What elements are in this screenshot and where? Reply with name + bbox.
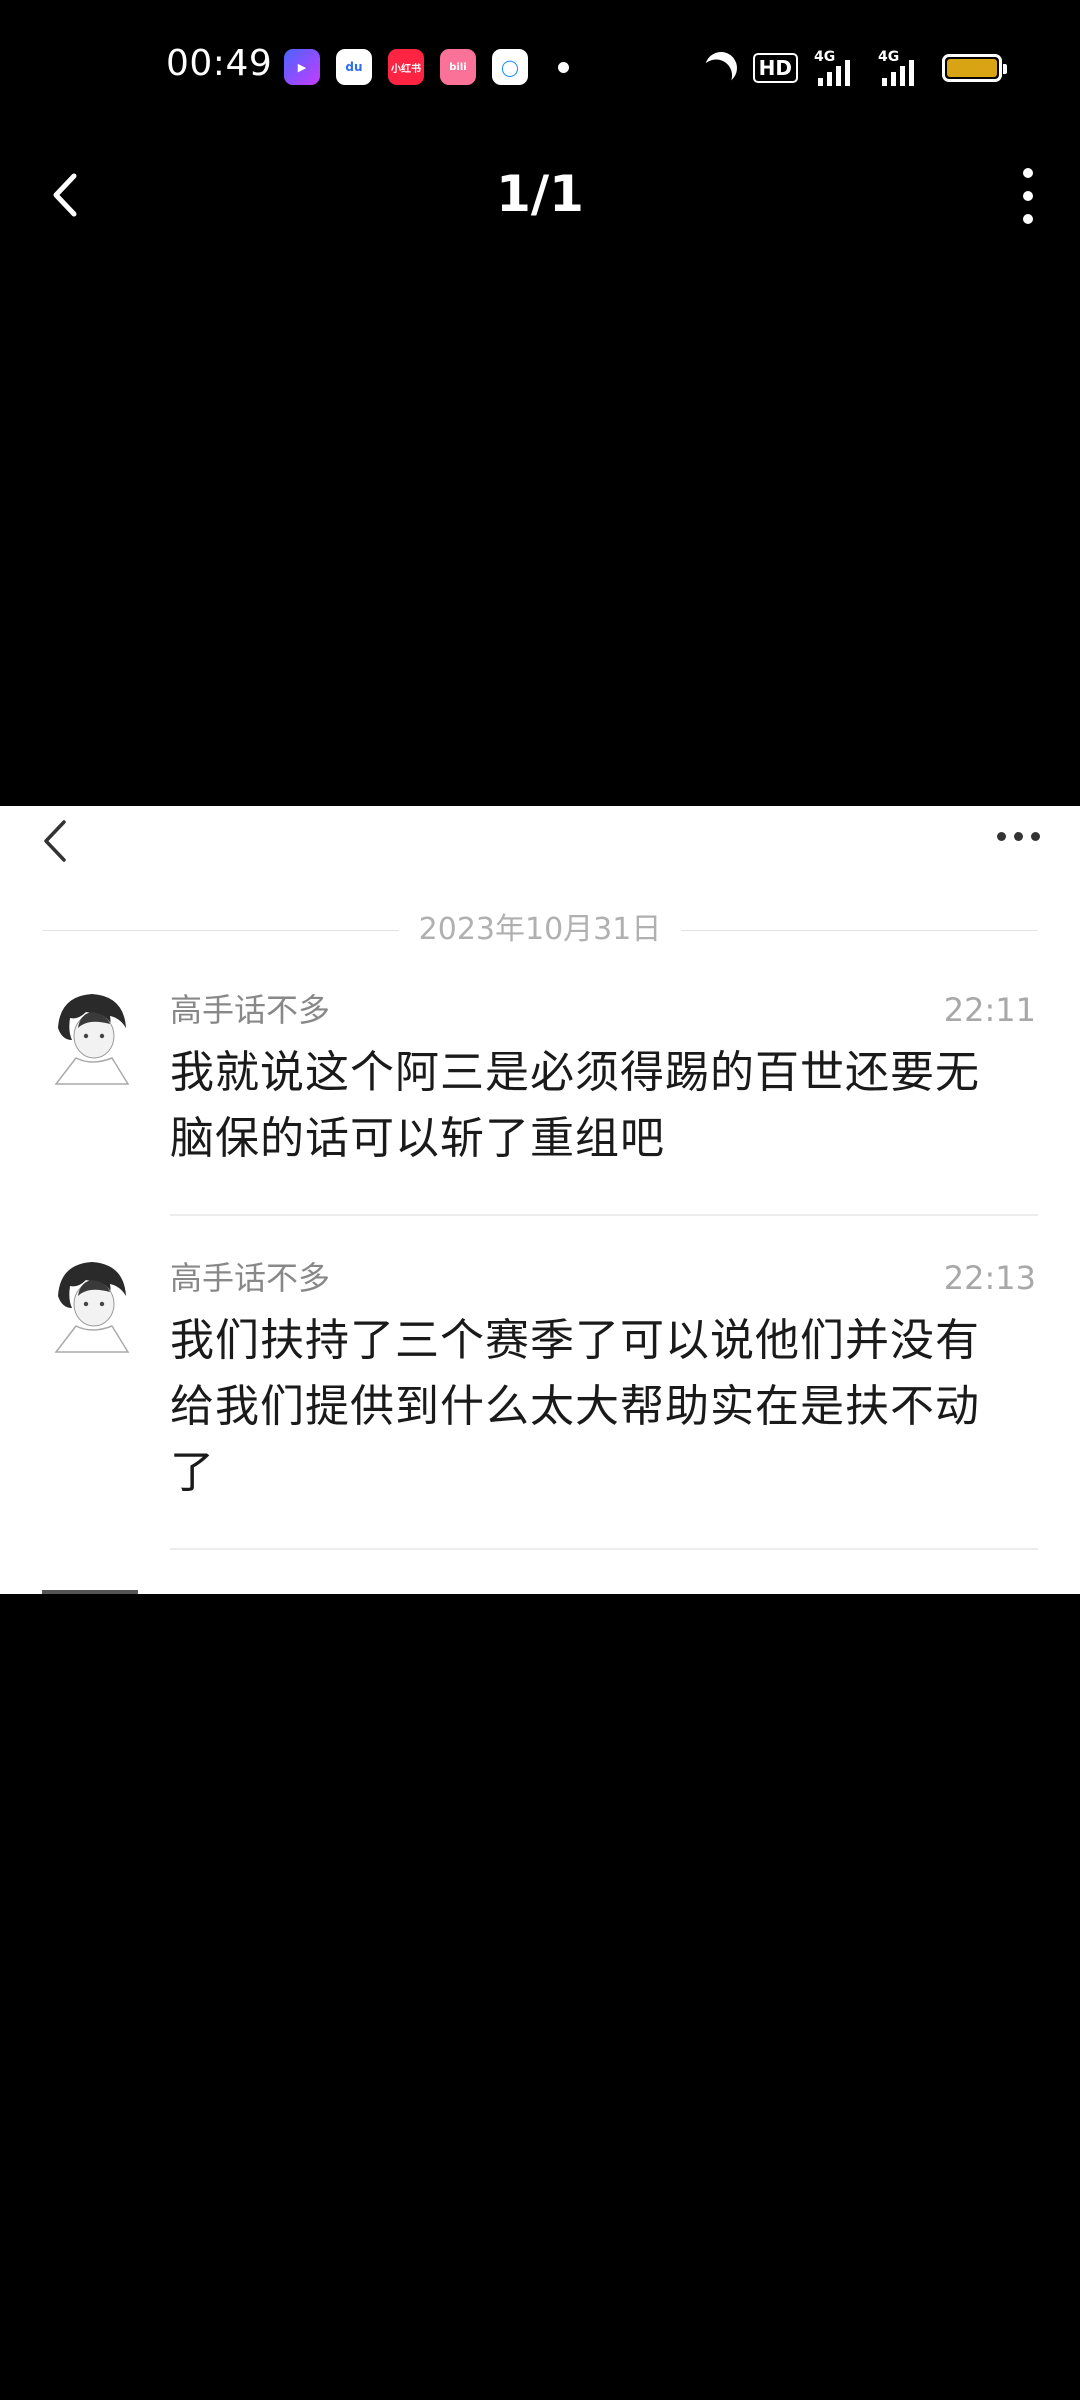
divider-line (42, 929, 399, 931)
battery-level (947, 59, 997, 77)
divider-line (681, 929, 1039, 931)
image-back-arrow-icon (38, 816, 72, 866)
chat-message: 高手话不多 22:13 我们扶持了三个赛季了可以说他们并没有给我们提供到什么太大… (0, 1256, 1080, 1516)
signal-bars (882, 60, 914, 86)
bilibili-app-icon: bili (440, 49, 476, 85)
viewed-image[interactable]: 2023年10月31日 高手话不多 22:11 我就说这个阿三是必须得踢的百世还… (0, 806, 1080, 1594)
message-time: 22:13 (943, 1259, 1036, 1297)
message-divider (170, 1548, 1038, 1550)
video-app-icon: ▶ (284, 49, 320, 85)
dot-icon (1023, 214, 1033, 224)
baidu-app-icon: du (336, 49, 372, 85)
status-indicators: HD 4G 4G (705, 48, 1007, 88)
do-not-disturb-moon-icon (699, 46, 743, 90)
chat-message: 高手话不多 22:11 我就说这个阿三是必须得踢的百世还要无脑保的话可以斩了重组… (0, 988, 1080, 1188)
message-text: 我们扶持了三个赛季了可以说他们并没有给我们提供到什么太大帮助实在是扶不动了 (170, 1315, 980, 1498)
signal-strength-sim2-icon: 4G (878, 50, 926, 86)
more-notifications-dot-icon (558, 62, 569, 73)
page-counter: 1/1 (496, 165, 584, 223)
qq-browser-app-icon: ◯ (492, 49, 528, 85)
avatar (48, 1256, 136, 1354)
status-time: 00:49 (166, 43, 273, 84)
status-bar: 00:49 ▶ du 小红书 bili ◯ HD 4G 4G (0, 0, 1080, 140)
signal-bars (818, 60, 850, 86)
tab-indicator (42, 1590, 138, 1594)
avatar (48, 988, 136, 1086)
sender-name: 高手话不多 (170, 1259, 331, 1297)
message-divider (170, 1214, 1038, 1216)
dot-icon (1023, 191, 1033, 201)
dot-icon (1023, 168, 1033, 178)
notification-app-icons: ▶ du 小红书 bili ◯ (284, 49, 528, 85)
image-viewer-toolbar: 1/1 (0, 150, 1080, 240)
date-separator: 2023年10月31日 (42, 910, 1039, 950)
image-more-dots-icon (997, 832, 1040, 841)
message-text: 我就说这个阿三是必须得踢的百世还要无脑保的话可以斩了重组吧 (170, 1047, 980, 1164)
signal-strength-sim1-icon: 4G (814, 50, 862, 86)
sender-name: 高手话不多 (170, 991, 331, 1029)
more-options-button[interactable] (1016, 168, 1040, 224)
battery-icon (942, 54, 1007, 82)
date-label: 2023年10月31日 (418, 912, 662, 947)
xiaohongshu-app-icon: 小红书 (388, 49, 424, 85)
message-time: 22:11 (943, 991, 1036, 1029)
hd-voice-badge: HD (752, 53, 798, 83)
